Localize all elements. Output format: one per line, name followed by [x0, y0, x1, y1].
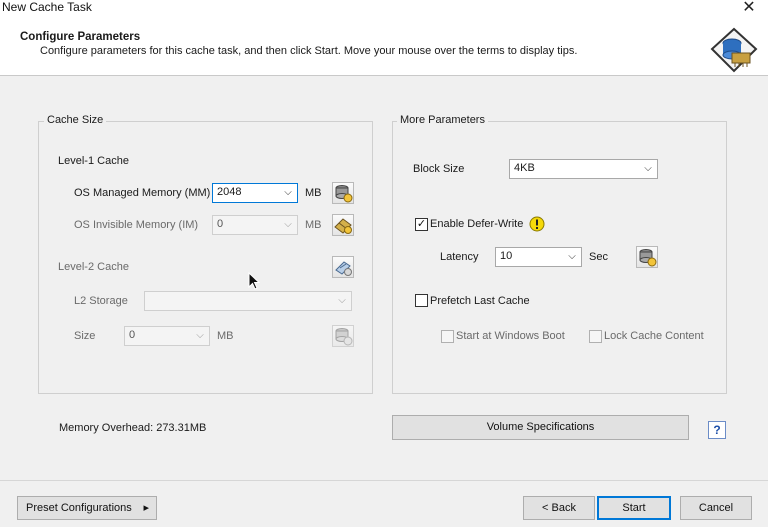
- latency-unit: Sec: [589, 251, 608, 263]
- os-invisible-memory-label: OS Invisible Memory (IM): [74, 219, 199, 231]
- l2-size-unit: MB: [217, 330, 234, 342]
- latency-value: 10: [500, 250, 513, 262]
- defer-write-label[interactable]: Enable Defer-Write: [430, 218, 523, 230]
- os-managed-memory-value: 2048: [217, 186, 242, 198]
- page-title: Configure Parameters: [20, 31, 141, 43]
- os-invisible-memory-combo[interactable]: 0 ⌵: [212, 215, 298, 235]
- chevron-down-icon: ⌵: [284, 187, 292, 198]
- os-managed-memory-label: OS Managed Memory (MM): [74, 187, 211, 199]
- lock-cache-label[interactable]: Lock Cache Content: [604, 330, 704, 342]
- wizard-header: Configure Parameters Configure parameter…: [0, 18, 768, 76]
- latency-label: Latency: [440, 251, 479, 263]
- cache-size-group-title: Cache Size: [44, 114, 107, 126]
- level2-cache-title: Level-2 Cache: [58, 261, 129, 273]
- start-at-boot-label[interactable]: Start at Windows Boot: [456, 330, 565, 342]
- memory-settings-icon[interactable]: [332, 182, 354, 204]
- chevron-down-icon: ⌵: [284, 219, 292, 230]
- defer-write-checkbox[interactable]: ✓: [415, 218, 428, 231]
- arrow-right-icon: ▸: [143, 502, 149, 514]
- prefetch-checkbox[interactable]: [415, 294, 428, 307]
- block-size-combo[interactable]: 4KB ⌵: [509, 159, 658, 179]
- memory-chip-icon[interactable]: [332, 214, 354, 236]
- level1-cache-title: Level-1 Cache: [58, 155, 129, 167]
- preset-configurations-button[interactable]: Preset Configurations ▸: [17, 496, 157, 520]
- l2-storage-label: L2 Storage: [74, 295, 128, 307]
- start-at-boot-checkbox[interactable]: [441, 330, 454, 343]
- title-bar: [0, 0, 768, 18]
- os-managed-memory-combo[interactable]: 2048 ⌵: [212, 183, 298, 203]
- l2-storage-combo[interactable]: ⌵: [144, 291, 352, 311]
- chevron-down-icon: ⌵: [568, 251, 576, 262]
- block-size-label: Block Size: [413, 163, 465, 175]
- storage-settings-icon[interactable]: [332, 325, 354, 347]
- l2-size-label: Size: [74, 330, 96, 342]
- l2-size-combo[interactable]: 0 ⌵: [124, 326, 210, 346]
- back-button[interactable]: < Back: [523, 496, 595, 520]
- latency-settings-icon[interactable]: [636, 246, 658, 268]
- window-title: New Cache Task: [2, 0, 92, 14]
- mouse-cursor-icon: [248, 272, 260, 290]
- lock-cache-checkbox[interactable]: [589, 330, 602, 343]
- prefetch-label[interactable]: Prefetch Last Cache: [430, 295, 530, 307]
- block-size-value: 4KB: [514, 162, 535, 174]
- chevron-down-icon: ⌵: [196, 330, 204, 341]
- footer-separator: [0, 480, 768, 481]
- help-button[interactable]: ?: [708, 421, 726, 439]
- l2-size-value: 0: [129, 329, 136, 341]
- latency-combo[interactable]: 10 ⌵: [495, 247, 582, 267]
- close-button[interactable]: ✕: [738, 0, 760, 18]
- chevron-down-icon: ⌵: [644, 163, 652, 174]
- preset-configurations-label: Preset Configurations: [26, 502, 132, 514]
- warning-icon: [529, 216, 545, 232]
- memory-overhead-text: Memory Overhead: 273.31MB: [59, 422, 207, 434]
- page-subtitle: Configure parameters for this cache task…: [40, 45, 578, 57]
- disk-cache-icon: [710, 27, 758, 73]
- chevron-down-icon: ⌵: [338, 295, 346, 306]
- os-invisible-memory-unit: MB: [305, 219, 322, 231]
- more-parameters-group-title: More Parameters: [397, 114, 488, 126]
- start-button[interactable]: Start: [597, 496, 671, 520]
- cancel-button[interactable]: Cancel: [680, 496, 752, 520]
- os-invisible-memory-value: 0: [217, 218, 224, 230]
- volume-specifications-button[interactable]: Volume Specifications: [392, 415, 689, 440]
- os-managed-memory-unit: MB: [305, 187, 322, 199]
- ssd-settings-icon[interactable]: [332, 256, 354, 278]
